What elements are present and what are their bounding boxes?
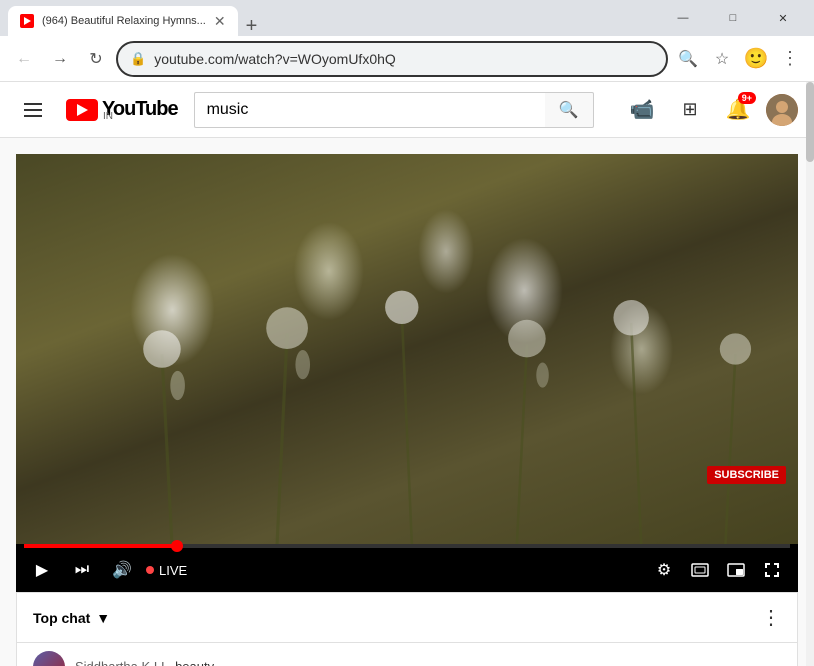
- youtube-logo[interactable]: YouTube IN: [66, 98, 178, 122]
- chat-user-avatar: [33, 651, 65, 666]
- mute-button[interactable]: 🔊: [106, 554, 138, 586]
- menu-button[interactable]: ⋮: [774, 43, 806, 75]
- back-button[interactable]: ←: [8, 43, 40, 75]
- search-browser-button[interactable]: 🔍: [672, 43, 704, 75]
- browser-titlebar: (964) Beautiful Relaxing Hymns... ✕ + — …: [0, 0, 814, 36]
- top-chat-toggle[interactable]: Top chat ▼: [33, 610, 110, 626]
- subscribe-badge[interactable]: SUBSCRIBE: [707, 466, 786, 484]
- scrollbar[interactable]: [806, 82, 814, 666]
- minimize-button[interactable]: —: [660, 0, 706, 36]
- live-dot: [146, 566, 154, 574]
- chat-dropdown-icon: ▼: [96, 610, 110, 626]
- search-icon: 🔍: [559, 100, 579, 120]
- close-button[interactable]: ✕: [760, 0, 806, 36]
- browser-nav: ← → ↻ 🔒 🔍 ☆ 🙂 ⋮: [0, 36, 814, 82]
- url-input[interactable]: [154, 51, 654, 67]
- youtube-country-code: IN: [103, 111, 178, 122]
- user-avatar[interactable]: [766, 94, 798, 126]
- miniplayer-button[interactable]: [720, 554, 752, 586]
- youtube-header-right: 📹 ⊞ 🔔 9+: [622, 90, 798, 130]
- theater-button[interactable]: [684, 554, 716, 586]
- nav-right-icons: 🔍 ☆ 🙂 ⋮: [672, 43, 806, 75]
- chat-username: Siddhartha K I I: [75, 659, 165, 666]
- hamburger-line-2: [24, 109, 42, 111]
- forward-button[interactable]: →: [44, 43, 76, 75]
- tab-title: (964) Beautiful Relaxing Hymns...: [42, 15, 206, 27]
- lock-icon: 🔒: [130, 51, 146, 67]
- content-area: SUBSCRIBE ▶ ⏭ 🔊 LIVE ⚙: [0, 138, 814, 666]
- profile-button[interactable]: 🙂: [740, 43, 772, 75]
- tab-strip: (964) Beautiful Relaxing Hymns... ✕ +: [8, 0, 656, 36]
- chat-message-text: beauty: [175, 659, 214, 666]
- apps-button[interactable]: ⊞: [670, 90, 710, 130]
- upload-video-button[interactable]: 📹: [622, 90, 662, 130]
- settings-button[interactable]: ⚙: [648, 554, 680, 586]
- active-tab[interactable]: (964) Beautiful Relaxing Hymns... ✕: [8, 6, 238, 36]
- refresh-button[interactable]: ↻: [80, 43, 112, 75]
- youtube-search-bar: 🔍: [194, 92, 594, 128]
- address-bar[interactable]: 🔒: [116, 41, 668, 77]
- tab-favicon-icon: [20, 14, 34, 28]
- progress-fill: [24, 544, 177, 548]
- progress-bar[interactable]: [24, 544, 790, 548]
- progress-indicator: [171, 540, 183, 552]
- chat-more-button[interactable]: ⋮: [761, 605, 781, 630]
- video-progress-area: [16, 544, 798, 548]
- fullscreen-icon: [764, 562, 780, 578]
- video-thumbnail[interactable]: SUBSCRIBE: [16, 154, 798, 544]
- chat-user-row: Siddhartha K I I beauty: [16, 643, 798, 666]
- youtube-header: YouTube IN 🔍 📹 ⊞ 🔔 9+: [0, 82, 814, 138]
- miniplayer-icon: [727, 563, 745, 577]
- new-tab-button[interactable]: +: [238, 16, 266, 36]
- fullscreen-button[interactable]: [756, 554, 788, 586]
- apps-icon: ⊞: [682, 99, 697, 120]
- chat-message-content: Siddhartha K I I beauty: [75, 658, 214, 666]
- chat-header: Top chat ▼ ⋮: [16, 592, 798, 643]
- notification-badge: 9+: [738, 92, 756, 104]
- theater-icon: [691, 563, 709, 577]
- upload-icon: 📹: [630, 97, 655, 122]
- tab-close-button[interactable]: ✕: [214, 13, 226, 30]
- youtube-search-input[interactable]: [194, 92, 545, 128]
- live-label: LIVE: [159, 563, 187, 578]
- notifications-wrapper: 🔔 9+: [718, 90, 758, 130]
- youtube-logo-icon: [66, 99, 98, 121]
- maximize-button[interactable]: □: [710, 0, 756, 36]
- top-chat-label-text: Top chat: [33, 610, 90, 626]
- bookmark-button[interactable]: ☆: [706, 43, 738, 75]
- play-button[interactable]: ▶: [26, 554, 58, 586]
- hamburger-line-1: [24, 103, 42, 105]
- hamburger-menu[interactable]: [16, 95, 50, 125]
- flower-overlay: [16, 154, 798, 544]
- youtube-search-button[interactable]: 🔍: [545, 92, 594, 128]
- hamburger-line-3: [24, 115, 42, 117]
- avatar-image: [766, 94, 798, 126]
- video-controls: ▶ ⏭ 🔊 LIVE ⚙: [16, 548, 798, 592]
- window-controls: — □ ✕: [660, 0, 806, 36]
- skip-button[interactable]: ⏭: [66, 554, 98, 586]
- video-player-container: SUBSCRIBE ▶ ⏭ 🔊 LIVE ⚙: [16, 154, 798, 592]
- live-badge: LIVE: [146, 563, 187, 578]
- scrollbar-thumb[interactable]: [806, 82, 814, 162]
- video-controls-right: ⚙: [648, 554, 788, 586]
